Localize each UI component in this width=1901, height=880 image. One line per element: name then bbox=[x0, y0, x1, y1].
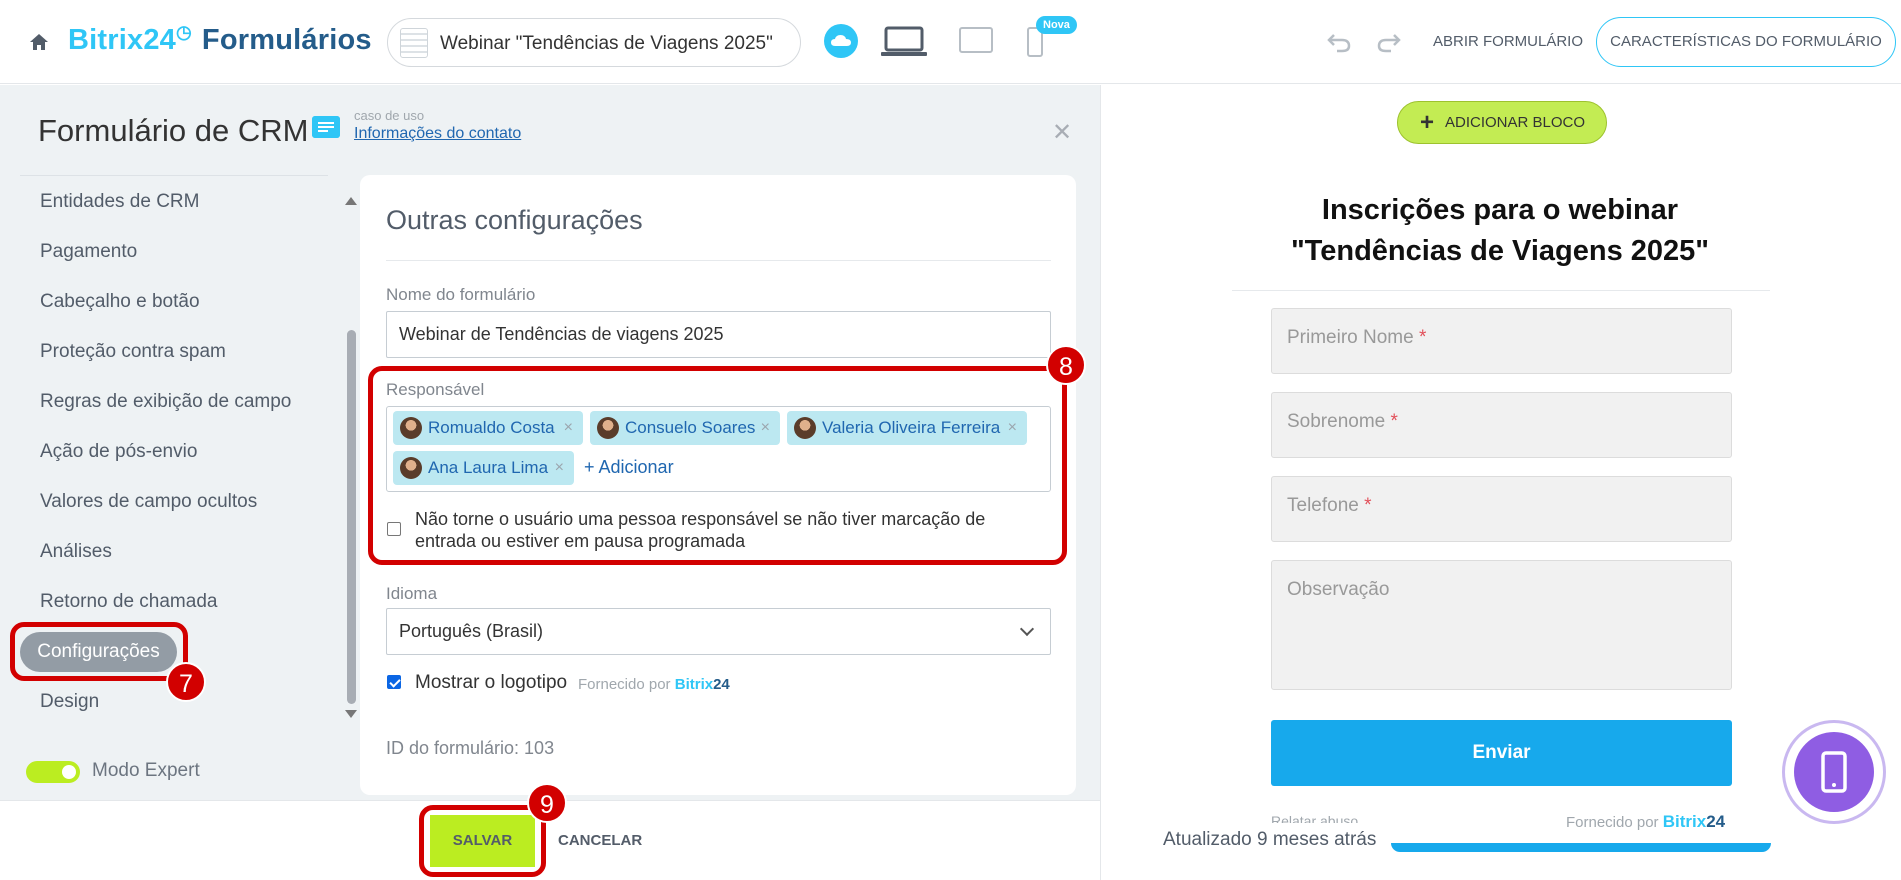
nav-item-payment[interactable]: Pagamento bbox=[40, 241, 137, 263]
cloud-icon[interactable] bbox=[824, 24, 858, 58]
close-icon[interactable]: ✕ bbox=[1052, 118, 1072, 147]
powered-by-logo: Fornecido por Bitrix24 bbox=[578, 676, 730, 693]
top-bar: Bitrix24◷ Formulários Webinar "Tendências… bbox=[0, 0, 1901, 84]
language-select[interactable]: Português (Brasil) bbox=[386, 608, 1051, 655]
nav-item-design[interactable]: Design bbox=[40, 691, 99, 713]
nav-item-spam-protection[interactable]: Proteção contra spam bbox=[40, 341, 226, 363]
annotation-box-responsible bbox=[368, 366, 1067, 565]
expert-mode-label: Modo Expert bbox=[92, 760, 200, 781]
use-case-label: caso de uso bbox=[354, 108, 425, 123]
clock-icon: ◷ bbox=[176, 22, 192, 42]
show-logo-checkbox[interactable] bbox=[387, 675, 401, 689]
last-name-field[interactable]: Sobrenome * bbox=[1271, 392, 1732, 458]
home-icon[interactable] bbox=[28, 31, 50, 53]
panel-title: Formulário de CRM bbox=[38, 113, 309, 148]
desktop-view-icon[interactable] bbox=[880, 26, 928, 58]
new-badge: Nova bbox=[1036, 16, 1077, 34]
form-characteristics-button[interactable]: CARACTERÍSTICAS DO FORMULÁRIO bbox=[1596, 17, 1896, 67]
form-thumbnail-icon bbox=[400, 28, 428, 58]
open-form-button[interactable]: ABRIR FORMULÁRIO bbox=[1433, 33, 1583, 50]
form-name-label: Nome do formulário bbox=[386, 285, 536, 304]
use-case-link[interactable]: Informações do contato bbox=[354, 125, 521, 143]
mobile-preview-button[interactable] bbox=[1782, 720, 1886, 824]
form-selector[interactable]: Webinar "Tendências de Viagens 2025" bbox=[387, 18, 801, 67]
scrollbar-thumb[interactable] bbox=[347, 330, 356, 704]
show-logo-label: Mostrar o logotipo bbox=[415, 672, 568, 693]
annotation-box-save bbox=[419, 805, 546, 877]
form-id: ID do formulário: 103 bbox=[386, 738, 555, 758]
annotation-box-settings bbox=[10, 622, 188, 681]
nav-item-post-submit-action[interactable]: Ação de pós-envio bbox=[40, 441, 197, 463]
nav-divider bbox=[20, 175, 328, 176]
preview-scroll-strip bbox=[1391, 843, 1771, 852]
nav-item-analytics[interactable]: Análises bbox=[40, 541, 112, 563]
cancel-button[interactable]: CANCELAR bbox=[558, 832, 642, 849]
preview-title: Inscrições para o webinar "Tendências de … bbox=[1290, 194, 1710, 267]
observation-field[interactable]: Observação bbox=[1271, 560, 1732, 690]
annotation-badge-8: 8 bbox=[1046, 345, 1086, 385]
undo-icon[interactable] bbox=[1326, 31, 1352, 53]
annotation-badge-9: 9 bbox=[527, 783, 567, 823]
settings-divider bbox=[386, 260, 1051, 261]
nav-item-hidden-field-values[interactable]: Valores de campo ocultos bbox=[40, 491, 257, 513]
scroll-up-arrow-icon[interactable] bbox=[345, 197, 357, 205]
expert-mode-toggle[interactable] bbox=[26, 761, 80, 783]
submit-button[interactable]: Enviar bbox=[1271, 720, 1732, 786]
nav-item-callback[interactable]: Retorno de chamada bbox=[40, 591, 217, 613]
language-label: Idioma bbox=[386, 584, 438, 603]
first-name-field[interactable]: Primeiro Nome * bbox=[1271, 308, 1732, 374]
preview-powered-by: Fornecido por Bitrix24 bbox=[1566, 812, 1726, 831]
add-block-button[interactable]: + ADICIONAR BLOCO bbox=[1397, 101, 1607, 144]
phone-field[interactable]: Telefone * bbox=[1271, 476, 1732, 542]
nav-item-crm-entities[interactable]: Entidades de CRM bbox=[40, 191, 199, 213]
nav-item-field-display-rules[interactable]: Regras de exibição de campo bbox=[40, 391, 291, 413]
preview-divider bbox=[1232, 290, 1770, 291]
tablet-view-icon[interactable] bbox=[958, 26, 994, 54]
redo-icon[interactable] bbox=[1376, 31, 1402, 53]
plus-icon: + bbox=[1420, 109, 1435, 136]
report-abuse-link[interactable]: Relatar abuso bbox=[1271, 813, 1358, 823]
updated-status: Atualizado 9 meses atrás bbox=[1163, 829, 1377, 850]
app-logo[interactable]: Bitrix24◷ Formulários bbox=[68, 22, 372, 57]
scroll-down-arrow-icon[interactable] bbox=[345, 710, 357, 718]
form-selector-label: Webinar "Tendências de Viagens 2025" bbox=[440, 33, 773, 54]
mobile-icon bbox=[1794, 732, 1874, 812]
annotation-badge-7: 7 bbox=[166, 662, 206, 702]
document-icon bbox=[312, 116, 340, 138]
settings-title: Outras configurações bbox=[386, 205, 643, 235]
form-name-input[interactable]: Webinar de Tendências de viagens 2025 bbox=[386, 311, 1051, 358]
nav-item-header-button[interactable]: Cabeçalho e botão bbox=[40, 291, 200, 313]
